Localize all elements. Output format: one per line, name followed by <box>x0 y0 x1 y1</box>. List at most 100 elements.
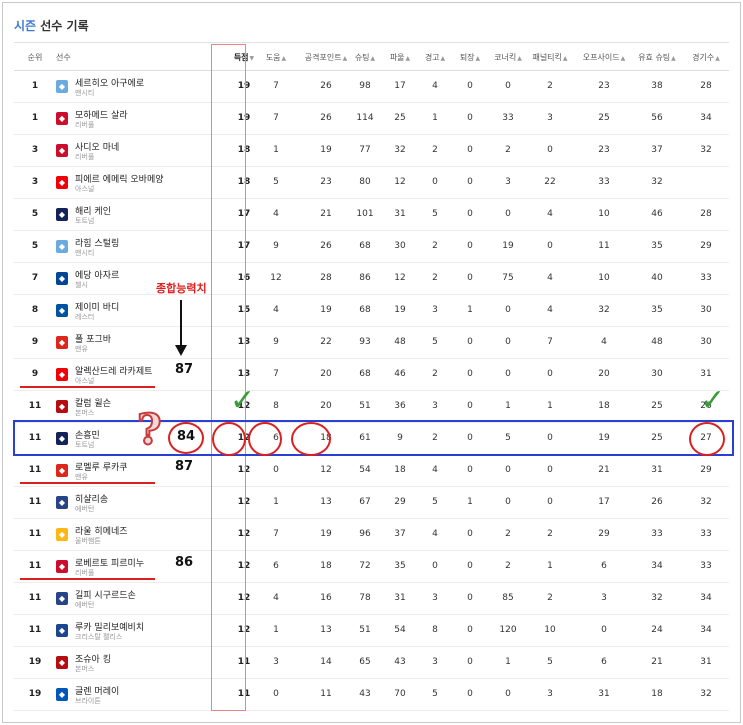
table-row[interactable]: 19 ◆ 글렌 머레이 브라이튼 11 0 11 43 70 5 0 0 3 31 18 32 <box>14 679 729 711</box>
column-header[interactable]: 코너킥▲ <box>492 46 524 70</box>
table-row[interactable]: 5 ◆ 해리 케인 토트넘 17 4 21 101 31 5 0 0 4 10 46 28 <box>14 199 729 231</box>
arrow-down-icon <box>175 345 187 356</box>
column-header: 선수 <box>56 53 71 62</box>
stat-cell: 10 <box>598 273 610 283</box>
column-header[interactable]: 도움▲ <box>262 46 290 70</box>
stat-cell: 32 <box>700 145 712 155</box>
table-row[interactable]: 5 ◆ 라힘 스털링 맨시티 17 9 26 68 30 2 0 19 0 11 35 29 <box>14 231 729 263</box>
stat-cell: 18 <box>320 561 332 571</box>
table-row[interactable]: 11 ◆ 루카 밀리보예비치 크리스탈 팰리스 12 1 13 51 54 8 0 120 10 0 24 3… <box>14 615 729 647</box>
stat-cell: 32 <box>700 497 712 507</box>
player-team: 리버풀 <box>75 569 95 577</box>
table-row[interactable]: 3 ◆ 사디오 마네 리버풀 18 1 19 77 32 2 0 2 0 23 37 32 <box>14 135 729 167</box>
team-crest-icon: ◆ <box>56 144 68 157</box>
sort-icon: ▲ <box>342 55 348 62</box>
stat-cell: 32 <box>700 689 712 699</box>
stat-cell: 0 <box>505 497 511 507</box>
rank-cell: 11 <box>28 401 42 411</box>
stat-cell: 7 <box>273 369 279 379</box>
stat-cell: 101 <box>356 209 374 219</box>
stat-cell: 4 <box>273 593 279 603</box>
stat-cell: 18 <box>394 465 406 475</box>
firmino-score: 86 <box>175 555 194 570</box>
stat-cell: 26 <box>320 241 332 251</box>
stat-cell: 23 <box>598 145 610 155</box>
table-row[interactable]: 11 ◆ 라울 히메네즈 울버햄튼 12 7 19 96 37 4 0 2 2 29 33 33 <box>14 519 729 551</box>
team-crest-icon: ◆ <box>56 112 68 125</box>
stat-cell: 2 <box>432 145 438 155</box>
table-row[interactable]: 11 ◆ 길피 시구르드손 에버턴 12 4 16 78 31 3 0 85 2 3 32 34 <box>14 583 729 615</box>
stat-cell: 43 <box>394 657 406 667</box>
team-crest-icon: ◆ <box>56 656 68 669</box>
stat-cell: 18 <box>651 689 663 699</box>
stat-cell: 0 <box>467 465 473 475</box>
stat-cell: 34 <box>651 561 663 571</box>
column-header[interactable]: 패널티킥▲ <box>528 46 572 70</box>
stat-cell: 67 <box>359 497 371 507</box>
stat-cell: 0 <box>467 593 473 603</box>
rank-cell: 11 <box>28 593 42 603</box>
table-row[interactable]: 8 ◆ 제이미 바디 레스터 15 4 19 68 19 3 1 0 4 32 35 30 <box>14 295 729 327</box>
stat-cell: 98 <box>359 81 371 91</box>
stat-cell: 20 <box>320 369 332 379</box>
stat-cell: 2 <box>547 593 553 603</box>
stat-cell: 0 <box>547 369 553 379</box>
stat-cell: 19 <box>320 305 332 315</box>
stat-cell: 34 <box>700 593 712 603</box>
stat-cell: 96 <box>359 529 371 539</box>
column-header[interactable]: 경고▲ <box>421 46 449 70</box>
stat-cell: 4 <box>432 81 438 91</box>
table-row[interactable]: 1 ◆ 세르히오 아구에로 맨시티 19 7 26 98 17 4 0 0 2 23 38 28 <box>14 71 729 103</box>
table-row[interactable]: 11 ◆ 칼럼 윌슨 본머스 12 8 20 51 36 3 0 1 1 18 25 26 <box>14 391 729 423</box>
table-row[interactable]: 7 ◆ 에당 아자르 첼시 16 12 28 86 12 2 0 75 4 10 40 33 <box>14 263 729 295</box>
stat-cell: 3 <box>432 657 438 667</box>
column-header[interactable]: 경기수▲ <box>686 46 726 70</box>
column-header[interactable]: 슈팅▲ <box>350 46 380 70</box>
stat-cell: 2 <box>505 529 511 539</box>
stat-cell: 0 <box>505 209 511 219</box>
column-header[interactable]: 공격포인트▲ <box>304 46 348 70</box>
stat-cell: 1 <box>273 497 279 507</box>
stat-cell: 2 <box>547 529 553 539</box>
table-row[interactable]: 3 ◆ 피에르 에메릭 오바메양 아스널 18 5 23 80 12 0 0 3 22 33 32 <box>14 167 729 199</box>
stat-cell: 12 <box>394 273 406 283</box>
player-team: 리버풀 <box>75 153 95 161</box>
table-row[interactable]: 1 ◆ 모하메드 살라 리버풀 19 7 26 114 25 1 0 33 3 25 56 34 <box>14 103 729 135</box>
sort-icon: ▲ <box>671 55 676 62</box>
stat-cell: 23 <box>320 177 332 187</box>
stat-cell: 2 <box>547 81 553 91</box>
team-crest-icon: ◆ <box>56 688 68 701</box>
team-crest-icon: ◆ <box>56 400 68 413</box>
column-header[interactable]: 오프사이드▲ <box>579 46 629 70</box>
rank-cell: 9 <box>31 337 39 347</box>
table-row[interactable]: 11 ◆ 히샬리송 에버턴 12 1 13 67 29 5 1 0 0 17 26 32 <box>14 487 729 519</box>
column-header: 순위 <box>27 53 43 62</box>
stat-cell: 54 <box>359 465 371 475</box>
stat-cell: 13 <box>320 497 332 507</box>
stat-cell: 33 <box>700 529 712 539</box>
stat-cell: 29 <box>598 529 610 539</box>
sort-icon: ▲ <box>475 55 481 62</box>
rank-cell: 11 <box>28 529 42 539</box>
team-crest-icon: ◆ <box>56 240 68 253</box>
stat-cell: 78 <box>359 593 371 603</box>
column-header[interactable]: 퇴장▲ <box>456 46 484 70</box>
stat-cell: 31 <box>598 689 610 699</box>
table-row[interactable]: 9 ◆ 폴 포그바 맨유 13 9 22 93 48 5 0 0 7 4 48 30 <box>14 327 729 359</box>
table-row[interactable]: 19 ◆ 조슈아 킹 본머스 11 3 14 65 43 3 0 1 5 6 21 31 <box>14 647 729 679</box>
stat-cell: 0 <box>547 241 553 251</box>
stat-cell: 0 <box>467 145 473 155</box>
stat-cell: 26 <box>651 497 663 507</box>
season-tab[interactable]: 시즌 <box>14 19 36 33</box>
stat-cell: 46 <box>394 369 406 379</box>
firmino-underline <box>20 578 155 580</box>
stat-cell: 4 <box>432 529 438 539</box>
stat-cell: 7 <box>273 81 279 91</box>
stat-cell: 2 <box>432 369 438 379</box>
stat-cell: 0 <box>273 689 279 699</box>
column-header[interactable]: 파울▲ <box>386 46 414 70</box>
stat-cell: 0 <box>547 145 553 155</box>
column-header[interactable]: 유효 슈팅▲ <box>634 46 680 70</box>
stat-cell: 19 <box>394 305 406 315</box>
stat-cell: 21 <box>320 209 332 219</box>
